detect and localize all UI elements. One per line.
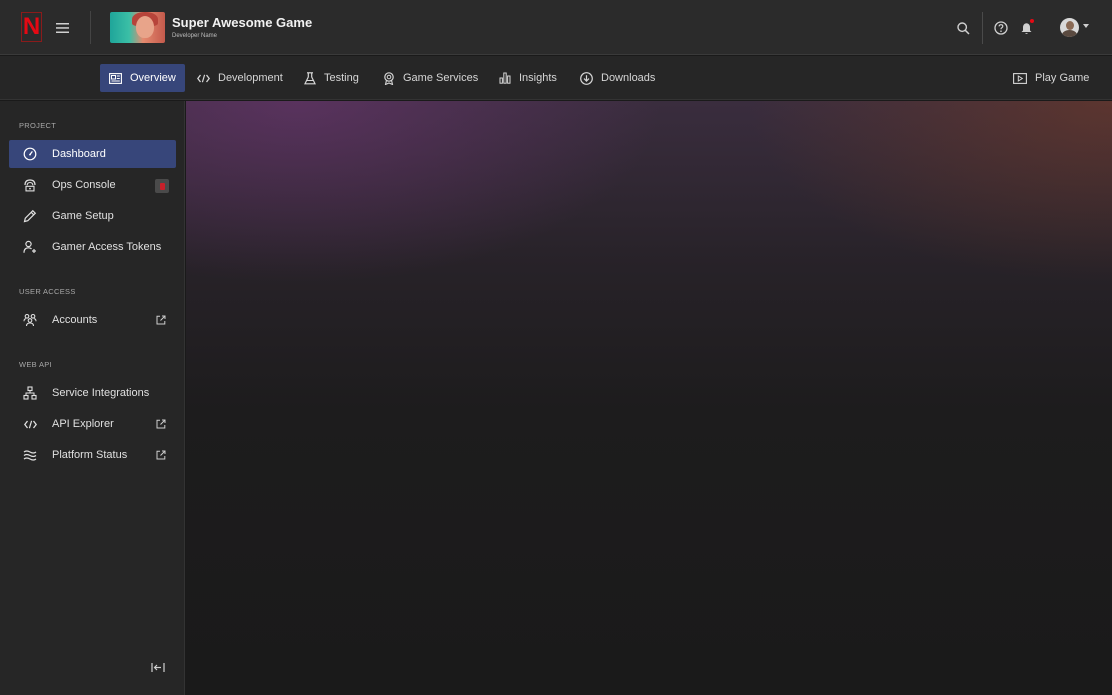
tab-label: Development [218,72,283,84]
tab-label: Downloads [601,72,656,84]
tab-game-services[interactable]: Game Services [374,64,487,92]
sidebar-item-label: API Explorer [52,418,114,430]
help-button[interactable] [990,17,1012,39]
search-icon [956,21,970,35]
waves-icon [23,448,37,462]
chevron-down-icon[interactable] [1083,24,1089,28]
overview-icon [109,72,122,84]
code-icon [23,417,37,431]
search-button[interactable] [952,17,974,39]
download-icon [580,71,593,85]
speedometer-icon [23,147,37,161]
code-icon [197,74,210,82]
sidebar-item-api-explorer[interactable]: API Explorer [9,410,176,438]
external-link-icon [155,418,167,430]
sidebar-item-label: Gamer Access Tokens [52,241,162,253]
tab-testing[interactable]: Testing [295,64,368,92]
sidebar-item-gamer-access-tokens[interactable]: Gamer Access Tokens [9,233,176,261]
user-key-icon [23,240,37,254]
people-icon [23,313,37,327]
play-game-label: Play Game [1035,72,1090,84]
tab-overview[interactable]: Overview [100,64,185,92]
sidebar-item-service-integrations[interactable]: Service Integrations [9,379,176,407]
network-icon [23,386,37,400]
sidebar-item-label: Accounts [52,314,98,326]
sidebar-item-label: Service Integrations [52,387,150,399]
main-content [186,101,1112,695]
external-link-icon [155,314,167,326]
developer-name: Developer Name [172,33,218,39]
sidebar-item-ops-console[interactable]: Ops Console [9,171,176,199]
section-label-web-api: WEB API [19,360,52,369]
sidebar-item-label: Platform Status [52,449,128,461]
external-link-icon [155,449,167,461]
header-actions-divider [982,12,983,44]
collapse-icon [151,662,165,672]
netflix-logo[interactable]: N [21,12,42,42]
badge-icon [384,71,394,85]
user-avatar[interactable] [1060,18,1079,37]
pencil-icon [23,209,37,223]
tab-insights[interactable]: Insights [490,64,566,92]
tab-label: Insights [519,72,557,84]
sidebar-item-label: Game Setup [52,210,114,222]
sidebar-item-platform-status[interactable]: Platform Status [9,441,176,469]
header-divider [90,11,91,44]
game-thumbnail[interactable] [110,12,165,43]
help-icon [994,21,1008,35]
sidebar-item-accounts[interactable]: Accounts [9,306,176,334]
sidebar-item-label: Dashboard [52,148,106,160]
ops-console-status-badge [155,179,169,193]
tab-development[interactable]: Development [188,64,292,92]
ops-console-icon [23,178,37,192]
section-label-user-access: USER ACCESS [19,287,76,296]
sidebar: PROJECT Dashboard Ops Console Game Setup… [0,101,185,695]
tab-label: Testing [324,72,359,84]
play-game-button[interactable]: Play Game [1004,64,1098,92]
main-nav: Overview Development Testing Game Servic… [0,56,1112,100]
sidebar-item-dashboard[interactable]: Dashboard [9,140,176,168]
logo-letter: N [22,13,41,40]
app-shell: N Super Awesome Game Developer Name Over… [0,0,1112,695]
play-screen-icon [1013,72,1027,84]
sidebar-item-label: Ops Console [52,179,116,191]
sidebar-item-game-setup[interactable]: Game Setup [9,202,176,230]
hamburger-icon [55,23,69,33]
bar-chart-icon [499,72,511,84]
bell-icon [1021,22,1031,34]
tab-label: Game Services [403,72,479,84]
flask-icon [304,71,316,84]
hamburger-menu-button[interactable] [50,16,74,40]
tab-downloads[interactable]: Downloads [571,64,664,92]
tab-label: Overview [130,72,176,84]
top-header: N Super Awesome Game Developer Name [0,0,1112,55]
notification-dot [1030,19,1034,23]
game-title: Super Awesome Game [172,15,313,30]
collapse-sidebar-button[interactable] [150,660,166,674]
section-label-project: PROJECT [19,121,57,130]
